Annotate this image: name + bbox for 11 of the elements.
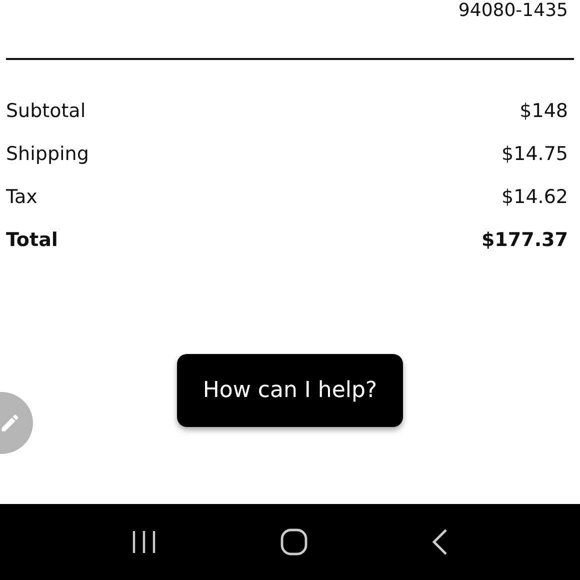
total-label: Total: [6, 228, 58, 254]
summary-label: Shipping: [6, 142, 89, 168]
summary-label: Tax: [6, 185, 38, 210]
summary-amount: $148: [520, 99, 568, 124]
chat-prompt-button[interactable]: How can I help?: [176, 354, 404, 427]
total-amount: $177.37: [481, 228, 568, 254]
pencil-icon: [0, 412, 21, 434]
summary-label: Subtotal: [6, 99, 86, 124]
postal-code: 94080-1435: [458, 0, 568, 21]
summary-amount: $14.62: [502, 185, 568, 210]
summary-amount: $14.75: [502, 142, 568, 168]
